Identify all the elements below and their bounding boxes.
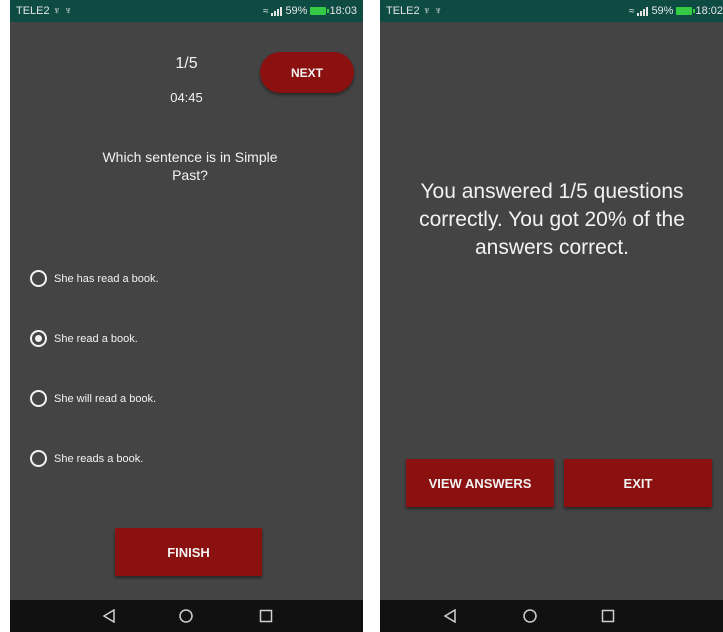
recents-icon[interactable]: [258, 608, 274, 624]
results-screen: TELE2 ♆ ♆ ≈ 59% 18:02 You answered 1/5 q…: [380, 0, 723, 632]
navigation-bar: [380, 600, 723, 632]
signal-icon: [271, 6, 283, 16]
status-bar: TELE2 ♆ ♆ ≈ 59% 18:02: [380, 0, 723, 22]
wifi-icon: ≈: [628, 5, 635, 17]
option-label: She reads a book.: [54, 452, 144, 465]
wifi-icon: ≈: [262, 5, 269, 17]
home-icon[interactable]: [522, 608, 538, 624]
recents-icon[interactable]: [600, 608, 616, 624]
next-button[interactable]: NEXT: [260, 52, 354, 93]
battery-percent: 59%: [651, 5, 674, 17]
radio-button[interactable]: [30, 450, 47, 467]
battery-percent: 59%: [285, 5, 308, 17]
status-indicators: ≈ 59% 18:02: [629, 5, 723, 17]
clock: 18:03: [329, 5, 357, 17]
clock: 18:02: [695, 5, 723, 17]
status-indicators: ≈ 59% 18:03: [263, 5, 357, 17]
option-4[interactable]: She reads a book.: [30, 450, 143, 467]
navigation-bar: [10, 600, 363, 632]
quiz-screen: TELE2 ♆ ♆ ≈ 59% 18:03 1/5 04:45 NEXT Whi…: [10, 0, 363, 632]
view-answers-button[interactable]: VIEW ANSWERS: [406, 459, 554, 507]
option-label: She has read a book.: [54, 272, 159, 285]
home-icon[interactable]: [178, 608, 194, 624]
back-icon[interactable]: [442, 608, 458, 624]
finish-button[interactable]: FINISH: [115, 528, 262, 576]
status-bar: TELE2 ♆ ♆ ≈ 59% 18:03: [10, 0, 363, 22]
option-label: She will read a book.: [54, 392, 157, 405]
carrier-label: TELE2 ♆ ♆: [386, 5, 443, 17]
results-message: You answered 1/5 questions correctly. Yo…: [419, 180, 685, 259]
back-icon[interactable]: [101, 608, 117, 624]
question-text: Which sentence is in Simple Past?: [102, 149, 278, 183]
signal-icon: [637, 6, 649, 16]
battery-icon: [676, 7, 696, 15]
option-3[interactable]: She will read a book.: [30, 390, 156, 407]
radio-button[interactable]: [30, 390, 47, 407]
option-label: She read a book.: [54, 332, 138, 345]
option-2[interactable]: She read a book.: [30, 330, 138, 347]
battery-icon: [310, 7, 330, 15]
option-1[interactable]: She has read a book.: [30, 270, 159, 287]
radio-button-selected[interactable]: [30, 330, 47, 347]
carrier-label: TELE2 ♆ ♆: [16, 5, 73, 17]
radio-button[interactable]: [30, 270, 47, 287]
exit-button[interactable]: EXIT: [564, 459, 712, 507]
